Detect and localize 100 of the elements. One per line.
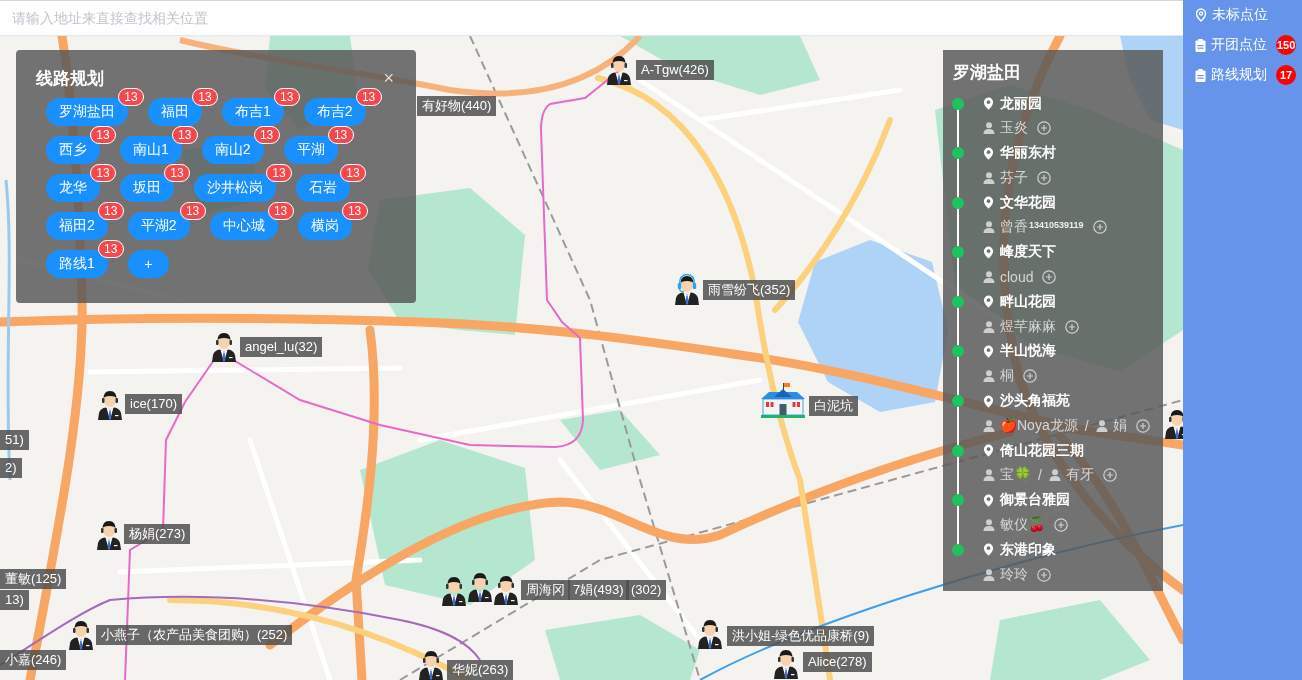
stop-name: 半山悦海 <box>1000 342 1056 361</box>
marker-label: Alice(278) <box>803 652 872 672</box>
count-badge: 13 <box>267 202 294 220</box>
count-badge: 13 <box>340 164 366 182</box>
count-badge: 13 <box>327 126 354 144</box>
person-icon <box>983 419 995 432</box>
add-circle-icon[interactable] <box>1042 270 1057 285</box>
businessman-icon[interactable] <box>773 647 799 679</box>
stop-name: 沙头角福苑 <box>1000 392 1070 411</box>
add-circle-icon[interactable] <box>1135 418 1150 433</box>
businessman-icon[interactable] <box>96 518 122 550</box>
add-circle-icon[interactable] <box>1023 369 1037 384</box>
count-badge: 13 <box>90 126 116 144</box>
person-icon <box>983 320 995 333</box>
timeline-dot-icon <box>952 345 964 358</box>
location-pin-icon <box>983 543 994 557</box>
add-circle-icon[interactable] <box>1102 468 1117 483</box>
member-name: cloud <box>1000 269 1034 286</box>
menu-item[interactable]: 开团点位 150 <box>1183 30 1302 60</box>
businessman-icon[interactable] <box>211 330 237 362</box>
count-badge: 13 <box>266 164 292 182</box>
businessman-icon[interactable] <box>418 648 444 680</box>
location-pin-icon <box>983 444 994 458</box>
member-name: 芬子 <box>1000 168 1028 187</box>
marker-label: ice(170) <box>125 394 182 414</box>
person-icon <box>983 171 995 184</box>
clipboard-icon <box>1195 38 1206 52</box>
businessman-icon[interactable] <box>493 573 519 605</box>
businessman-icon[interactable] <box>606 53 632 85</box>
add-circle-icon[interactable] <box>1065 319 1079 334</box>
person-icon <box>1095 419 1108 432</box>
count-badge: 13 <box>171 126 198 144</box>
location-pin-icon <box>983 196 994 210</box>
location-pin-icon <box>1195 8 1207 22</box>
marker-label: 2) <box>0 458 22 478</box>
count-badge: 13 <box>97 202 124 220</box>
add-circle-icon[interactable] <box>1054 518 1068 533</box>
count-badge: 13 <box>90 164 116 182</box>
person-icon <box>983 568 995 581</box>
businessman-icon[interactable] <box>441 574 467 606</box>
member-name: 桐 <box>1000 367 1014 386</box>
stop-name: 倚山花园三期 <box>1000 441 1084 460</box>
marker-label: 董敏(125) <box>0 569 67 589</box>
add-circle-icon[interactable] <box>1037 567 1051 582</box>
add-circle-icon[interactable] <box>1037 170 1051 185</box>
clipboard-icon <box>1195 68 1206 82</box>
separator-text: / <box>1038 467 1042 484</box>
person-icon <box>983 370 995 383</box>
school-building-icon[interactable] <box>760 382 806 418</box>
businessman-icon[interactable] <box>68 618 94 650</box>
menu-item[interactable]: 路线规划 17 <box>1183 60 1302 90</box>
marker-label: 华妮(263) <box>447 660 514 680</box>
stop-name: 龙丽园 <box>1000 94 1042 113</box>
person-icon <box>983 122 995 135</box>
businessman-icon[interactable] <box>467 570 493 602</box>
separator-text: / <box>1084 417 1089 434</box>
count-badge: 150 <box>1276 35 1297 55</box>
headset-person-icon[interactable] <box>674 273 700 305</box>
timeline-dot-icon <box>952 246 964 259</box>
marker-label: 杨娟(273) <box>124 524 191 544</box>
count-badge: 13 <box>179 202 206 220</box>
member-name: 宝🍀 <box>1000 466 1031 485</box>
location-pin-icon <box>983 344 994 358</box>
marker-label: 小嘉(246) <box>0 650 67 670</box>
count-badge: 17 <box>1276 65 1296 85</box>
timeline-dot-icon <box>952 444 964 457</box>
stop-name: 峰度天下 <box>1000 243 1056 262</box>
person-icon <box>983 271 995 284</box>
timeline-dot-icon <box>952 543 964 556</box>
marker-label: (302) <box>626 580 667 600</box>
count-badge: 13 <box>118 88 144 106</box>
person-icon <box>983 469 995 482</box>
person-icon <box>983 221 995 234</box>
marker-label: 白泥坑 <box>809 396 858 416</box>
add-circle-icon[interactable] <box>1092 220 1107 235</box>
location-pin-icon <box>983 146 994 160</box>
marker-label: 雨雪纷飞(352) <box>703 280 796 300</box>
businessman-icon[interactable] <box>97 388 123 420</box>
member-name: 娟 <box>1112 416 1127 435</box>
menu-item[interactable]: 未标点位 <box>1183 0 1302 30</box>
stop-name: 御景台雅园 <box>1000 491 1070 510</box>
member-name: 曾香 <box>1000 218 1028 237</box>
timeline-dot-icon <box>952 97 964 110</box>
location-pin-icon <box>983 394 994 408</box>
stop-name: 畔山花园 <box>1000 292 1056 311</box>
count-badge: 13 <box>341 202 368 220</box>
member-name: 玉炎 <box>1000 119 1028 138</box>
member-name: 玲玲 <box>1000 565 1028 584</box>
add-circle-icon[interactable] <box>1037 121 1051 136</box>
marker-label: 周海冈 <box>521 580 570 600</box>
businessman-icon[interactable] <box>697 617 723 649</box>
marker-label: 13) <box>0 590 29 610</box>
panel-title: 线路规划 <box>36 67 104 90</box>
add-route-button[interactable]: + <box>127 250 169 278</box>
timeline-dot-icon <box>952 494 964 507</box>
panel-title: 罗湖盐田 <box>953 62 1021 84</box>
stop-name: 华丽东村 <box>1000 144 1056 163</box>
count-badge: 13 <box>164 164 190 182</box>
close-button[interactable]: × <box>383 69 394 87</box>
person-icon <box>1048 469 1061 482</box>
